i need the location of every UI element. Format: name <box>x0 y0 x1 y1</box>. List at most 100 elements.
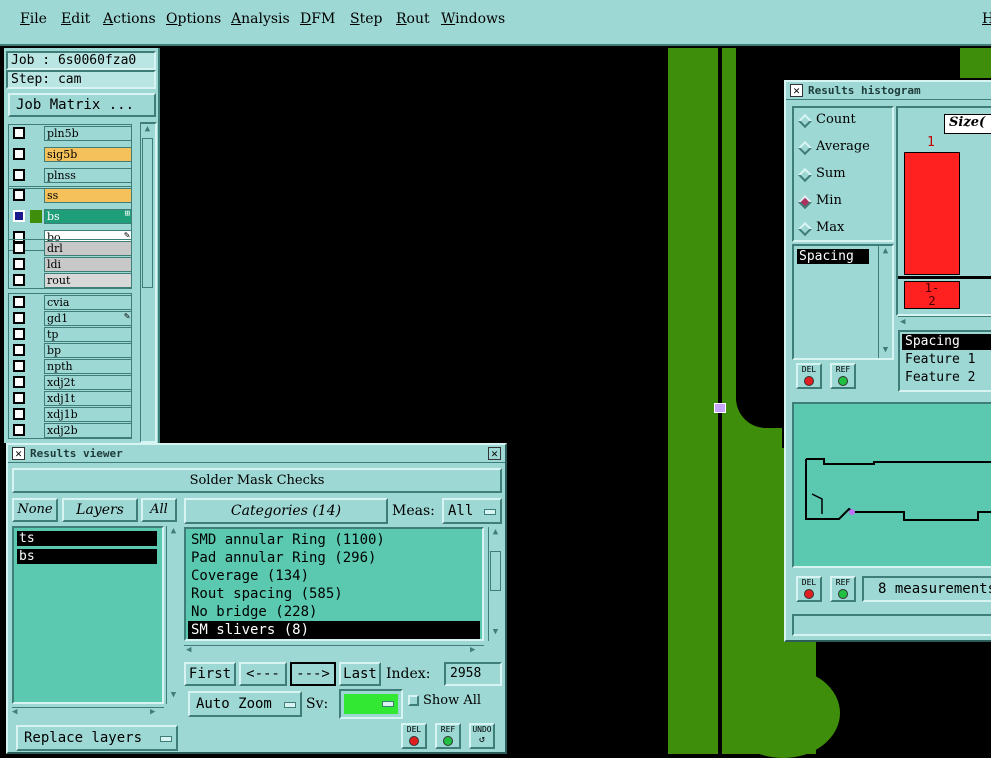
layer-affected-checkbox[interactable] <box>13 169 25 181</box>
show-all-checkbox[interactable] <box>408 695 419 706</box>
scroll-right-icon[interactable]: ▶ <box>150 707 155 717</box>
menu-windows[interactable]: Windows <box>441 11 505 27</box>
scroll-left-icon[interactable]: ◀ <box>900 317 905 327</box>
index-input[interactable]: 2958 <box>444 662 502 686</box>
layer-row[interactable]: tp <box>10 327 132 342</box>
layer-affected-checkbox[interactable] <box>13 424 25 436</box>
category-item[interactable]: Rout spacing (585) <box>188 585 480 603</box>
layer-row[interactable]: bp <box>10 343 132 358</box>
layer-affected-checkbox[interactable] <box>13 210 25 222</box>
scroll-up-icon[interactable]: ▲ <box>489 527 502 537</box>
menu-file[interactable]: File <box>20 11 47 27</box>
job-matrix-button[interactable]: Job Matrix ... <box>8 93 156 117</box>
category-item[interactable]: Pad annular Ring (296) <box>188 549 480 567</box>
layer-name-bp[interactable]: bp <box>44 343 132 358</box>
layer-row[interactable]: cvia <box>10 295 132 310</box>
layer-name-ldi[interactable]: ldi <box>44 257 132 272</box>
stat-radio-min[interactable] <box>797 194 813 210</box>
layer-name-xdj1t[interactable]: xdj1t <box>44 391 132 406</box>
histogram-bar[interactable] <box>904 152 960 275</box>
result-layer-list[interactable]: ts bs <box>12 526 164 704</box>
scroll-thumb[interactable] <box>490 551 501 591</box>
check-name-header[interactable]: Solder Mask Checks <box>12 468 502 493</box>
layer-name-pln5b[interactable]: pln5b <box>44 126 132 141</box>
scroll-down-icon[interactable]: ▼ <box>879 345 892 355</box>
layer-row[interactable]: drl <box>10 241 132 256</box>
stat-radio-average[interactable] <box>797 140 813 156</box>
layer-name-tp[interactable]: tp <box>44 327 132 342</box>
first-button[interactable]: First <box>184 662 236 686</box>
severity-select[interactable] <box>339 689 403 719</box>
layer-row[interactable]: rout <box>10 273 132 288</box>
stat-radio-count[interactable] <box>797 113 813 129</box>
layer-affected-checkbox[interactable] <box>13 360 25 372</box>
layer-name-xdj2t[interactable]: xdj2t <box>44 375 132 390</box>
all-layers-button[interactable]: All <box>141 498 177 522</box>
scroll-up-icon[interactable]: ▲ <box>167 526 180 536</box>
layer-name-ss[interactable]: ss <box>44 188 132 203</box>
prev-button[interactable]: <--- <box>239 662 287 686</box>
menu-dfm[interactable]: DFM <box>300 11 335 27</box>
layer-row[interactable]: xdj2b <box>10 423 132 438</box>
layer-affected-checkbox[interactable] <box>13 344 25 356</box>
layer-affected-checkbox[interactable] <box>13 274 25 286</box>
menu-help[interactable]: H <box>982 11 991 27</box>
preview-del-button[interactable]: DEL <box>796 576 822 602</box>
menu-analysis[interactable]: Analysis <box>231 11 290 27</box>
layer-name-drl[interactable]: drl <box>44 241 132 256</box>
layer-list-scrollbar[interactable]: ▲ ▼ <box>166 526 180 704</box>
layer-name-rout[interactable]: rout <box>44 273 132 288</box>
categories-button[interactable]: Categories (14) <box>184 498 388 524</box>
layer-name-xdj2b[interactable]: xdj2b <box>44 423 132 438</box>
layer-name-bs[interactable]: bs <box>44 209 132 224</box>
measure-list[interactable]: Spacing ▲ ▼ <box>792 244 894 360</box>
none-button[interactable]: None <box>12 498 58 522</box>
scroll-down-icon[interactable]: ▼ <box>489 627 502 637</box>
scroll-left-icon[interactable]: ◀ <box>186 645 191 655</box>
layer-affected-checkbox[interactable] <box>13 258 25 270</box>
layer-row[interactable]: xdj1t <box>10 391 132 406</box>
preview-ref-button[interactable]: REF <box>830 576 856 602</box>
layer-affected-checkbox[interactable] <box>13 392 25 404</box>
next-button[interactable]: ---> <box>290 662 336 686</box>
close-icon[interactable]: ✕ <box>790 84 803 97</box>
layer-row[interactable]: npth <box>10 359 132 374</box>
layer-affected-checkbox[interactable] <box>13 242 25 254</box>
layer-scrollbar[interactable]: ▲ <box>140 122 157 443</box>
layer-row[interactable]: bs ⊞ <box>10 209 132 224</box>
category-hscroll[interactable]: ◀ ▶ <box>184 645 484 655</box>
layer-affected-checkbox[interactable] <box>13 296 25 308</box>
measure-item[interactable]: Spacing <box>797 249 869 264</box>
layer-affected-checkbox[interactable] <box>13 312 25 324</box>
viewer-del-button[interactable]: DEL <box>401 723 427 749</box>
layer-affected-checkbox[interactable] <box>13 376 25 388</box>
layer-row[interactable]: sig5b <box>10 147 132 162</box>
layer-item-ts[interactable]: ts <box>17 531 157 546</box>
histogram-del-button[interactable]: DEL <box>796 363 822 389</box>
histogram-hscroll[interactable]: ◀ <box>898 316 991 328</box>
menu-step[interactable]: Step <box>350 11 382 27</box>
category-item[interactable]: No bridge (228) <box>188 603 480 621</box>
layer-row[interactable]: plnss <box>10 168 132 183</box>
layer-affected-checkbox[interactable] <box>13 148 25 160</box>
scroll-left-icon[interactable]: ◀ <box>12 707 17 717</box>
stat-radio-max[interactable] <box>797 221 813 237</box>
layer-name-gd1[interactable]: gd1 <box>44 311 132 326</box>
scroll-right-icon[interactable]: ▶ <box>470 645 475 655</box>
layer-row[interactable]: gd1 ✎ <box>10 311 132 326</box>
layer-name-cvia[interactable]: cvia <box>44 295 132 310</box>
scroll-up-icon[interactable]: ▲ <box>141 124 154 134</box>
layer-row[interactable]: pln5b <box>10 126 132 141</box>
menu-actions[interactable]: Actions <box>103 11 156 27</box>
layer-list-hscroll[interactable]: ◀ ▶ <box>12 707 164 717</box>
layer-name-sig5b[interactable]: sig5b <box>44 147 132 162</box>
layer-row[interactable]: xdj2t <box>10 375 132 390</box>
layer-affected-checkbox[interactable] <box>13 127 25 139</box>
category-scrollbar[interactable]: ▲ ▼ <box>488 527 502 641</box>
layers-button[interactable]: Layers <box>62 498 138 522</box>
menu-rout[interactable]: Rout <box>396 11 430 27</box>
layer-name-xdj1b[interactable]: xdj1b <box>44 407 132 422</box>
category-item[interactable]: Coverage (134) <box>188 567 480 585</box>
measure-scrollbar[interactable]: ▲ ▼ <box>878 246 892 358</box>
layer-affected-checkbox[interactable] <box>13 189 25 201</box>
